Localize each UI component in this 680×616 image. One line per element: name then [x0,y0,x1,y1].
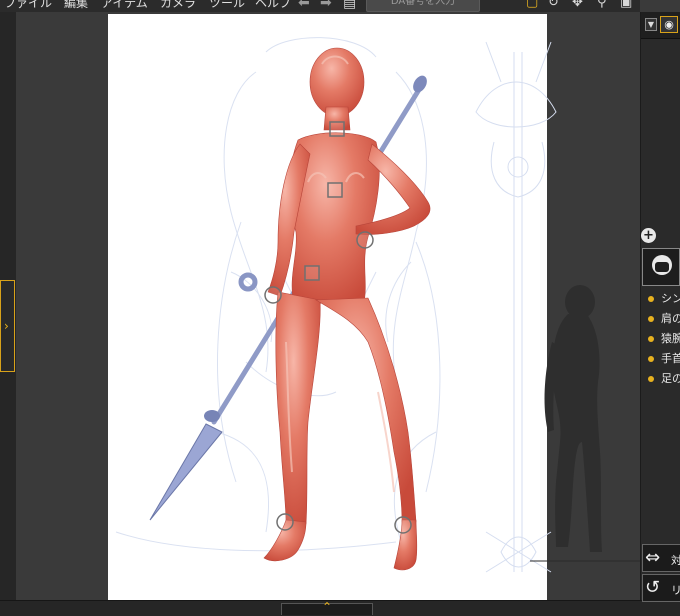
list-item[interactable]: 肩の [641,309,680,329]
hand-joint-handle[interactable] [264,286,282,304]
figure-model[interactable] [263,47,431,571]
scene [115,37,640,573]
menu-file[interactable]: ファイル [4,0,52,11]
forward-arrow-icon[interactable]: ➡ [320,0,332,11]
menu-edit[interactable]: 編集 [64,0,88,11]
right-panel-header: ▼ ◉ [641,12,680,39]
right-panel: ▼ ◉ + シン 肩の 猿腕 手首 足の ⇔ 対 ↺ リ [640,12,680,602]
menu-help[interactable]: ヘルプ [255,0,291,11]
bottom-bar: ⌃ [0,600,680,616]
reset-icon: ↺ [645,577,661,598]
list-item[interactable]: シン [641,289,680,309]
expand-bottom-panel-button[interactable]: ⌃ [281,600,373,615]
search-input[interactable]: DA番号を入力 [366,0,480,12]
list-item[interactable]: 足の [641,369,680,389]
pose-options-list: シン 肩の 猿腕 手首 足の [641,289,680,389]
wrist-joint-handle[interactable] [356,231,374,249]
list-item[interactable]: 手首 [641,349,680,369]
chevron-up-icon: ⌃ [322,600,333,614]
menu-tools[interactable]: ツール [209,0,245,11]
select-icon[interactable]: ▢ [526,0,538,10]
add-icon[interactable]: + [641,228,656,243]
silhouette-preview [544,285,602,552]
hip-joint-handle[interactable] [304,265,320,281]
left-ankle-joint-handle[interactable] [394,516,412,534]
chevron-right-icon: › [4,319,9,333]
neck-joint-handle[interactable] [329,121,345,137]
list-item[interactable]: 猿腕 [641,329,680,349]
chest-joint-handle[interactable] [327,182,343,198]
right-ankle-joint-handle[interactable] [276,513,294,531]
dropdown-arrow-icon[interactable]: ▼ [645,18,657,31]
pose-preset-icon[interactable] [642,248,680,286]
rotate-icon[interactable]: ↻ [548,0,559,10]
move-icon[interactable]: ✥ [572,0,583,10]
menu-bar: ファイル 編集 アイテム カメラ ツール ヘルプ ⬅ ➡ ▤ DA番号を入力 ▢… [0,0,640,12]
staff-sketch [475,41,557,573]
swap-icon: ⇔ [645,547,661,568]
left-panel: › [0,12,17,600]
list-icon[interactable]: ▤ [343,0,356,11]
head-icon [652,255,672,275]
reset-button[interactable]: ↺ リ [642,574,680,602]
expand-left-panel-button[interactable]: › [0,280,15,372]
symmetry-button[interactable]: ⇔ 対 [642,544,680,572]
menu-item[interactable]: アイテム [101,0,148,11]
viewport[interactable] [16,12,640,600]
menu-camera[interactable]: カメラ [160,0,196,11]
pose-mode-icon[interactable]: ◉ [660,16,678,33]
zoom-icon[interactable]: ⚲ [597,0,607,10]
back-arrow-icon[interactable]: ⬅ [298,0,310,11]
camera-icon[interactable]: ▣ [620,0,632,10]
